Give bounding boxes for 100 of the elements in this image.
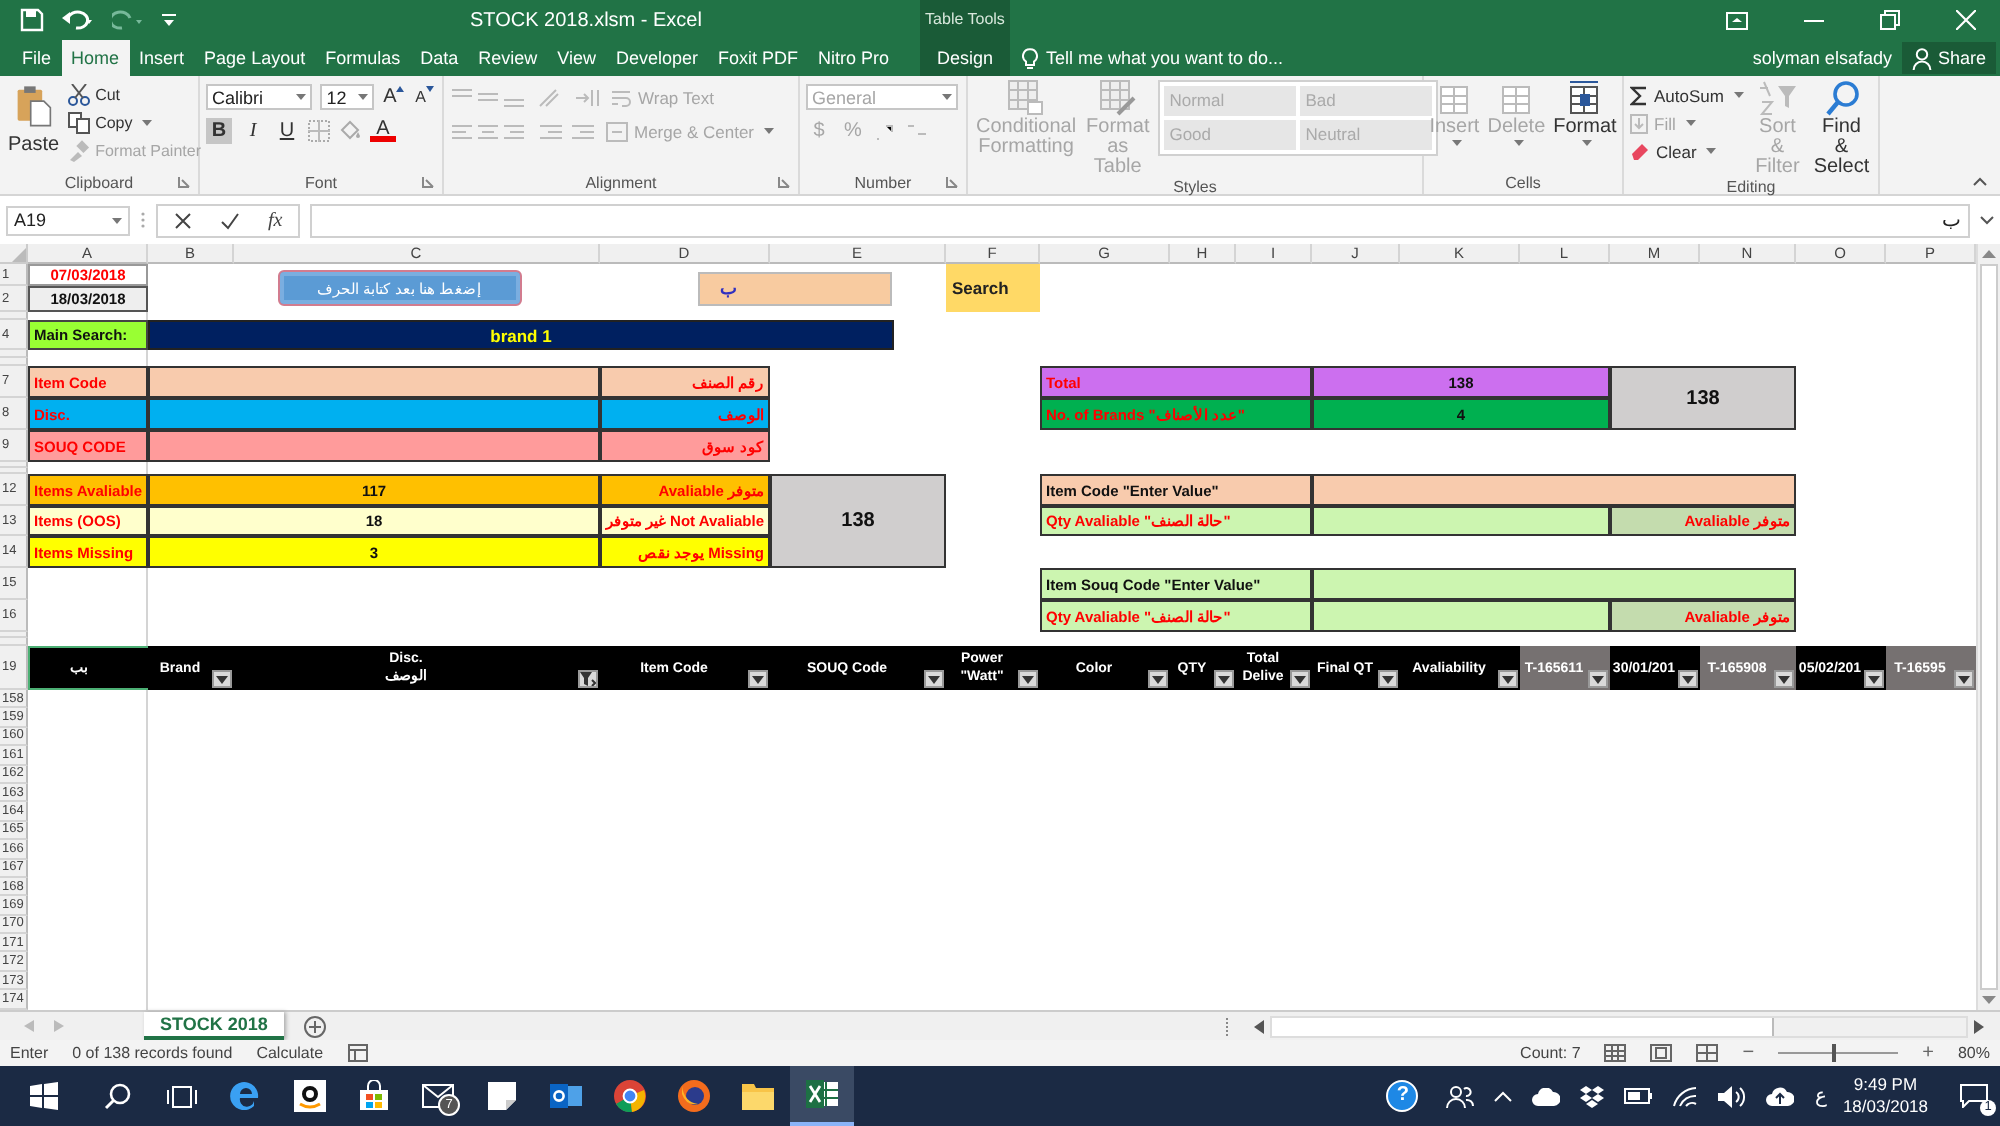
- underline-button[interactable]: U: [274, 118, 300, 144]
- bold-button[interactable]: B: [206, 118, 232, 144]
- restore-icon[interactable]: [1880, 10, 1900, 30]
- dialog-launcher-icon[interactable]: [946, 176, 958, 188]
- ribbon-tab[interactable]: Formulas: [315, 40, 411, 76]
- zoom-out-button[interactable]: −: [1742, 1042, 1755, 1064]
- filter-button[interactable]: [748, 670, 768, 688]
- copy-button[interactable]: Copy: [67, 110, 201, 136]
- field-value-cell[interactable]: [148, 398, 600, 430]
- filter-button[interactable]: [1148, 670, 1168, 688]
- vertical-scrollbar[interactable]: [1976, 244, 2000, 1010]
- input-language[interactable]: ع: [1814, 1084, 1827, 1108]
- ribbon-tab[interactable]: Design: [926, 40, 1003, 76]
- grow-font-button[interactable]: A: [382, 84, 406, 110]
- help-button[interactable]: ?: [1386, 1080, 1419, 1112]
- zoom-in-button[interactable]: +: [1922, 1042, 1934, 1064]
- zoom-level[interactable]: 80%: [1957, 1044, 1990, 1062]
- tell-me-field[interactable]: Tell me what you want to do...: [1022, 47, 1284, 69]
- redo-icon[interactable]: [112, 8, 144, 32]
- close-icon[interactable]: [1956, 10, 1976, 30]
- enter-icon[interactable]: [220, 211, 240, 229]
- ribbon-tab[interactable]: View: [547, 40, 606, 76]
- ribbon-tab[interactable]: File: [12, 40, 62, 76]
- wifi-icon[interactable]: [1672, 1085, 1699, 1107]
- ribbon-tab[interactable]: Foxit PDF: [708, 40, 809, 76]
- cut-button[interactable]: Cut: [67, 82, 201, 108]
- filter-button[interactable]: [1498, 670, 1518, 688]
- dialog-launcher-icon[interactable]: [422, 176, 434, 188]
- windows-start-icon[interactable]: [30, 1082, 58, 1110]
- font-name-field[interactable]: Calibri: [206, 84, 313, 110]
- dialog-launcher-icon[interactable]: [178, 176, 190, 188]
- people-icon[interactable]: [1446, 1083, 1475, 1109]
- macro-record-icon[interactable]: [347, 1044, 368, 1062]
- filter-button[interactable]: [1378, 670, 1398, 688]
- insert-function-button[interactable]: fx: [268, 209, 283, 231]
- page-layout-icon[interactable]: [1650, 1044, 1673, 1062]
- add-sheet-icon[interactable]: [303, 1015, 326, 1037]
- field-value-cell[interactable]: [148, 366, 600, 398]
- filter-button[interactable]: [1954, 670, 1974, 688]
- user-name[interactable]: solyman elsafady: [1752, 48, 1892, 68]
- name-box[interactable]: A19: [6, 205, 130, 235]
- expand-icon[interactable]: [1980, 215, 1994, 225]
- scroll-left-icon[interactable]: [1253, 1019, 1264, 1033]
- clear-button[interactable]: Clear: [1630, 138, 1744, 164]
- filter-button[interactable]: [1864, 670, 1884, 688]
- tray-caret-icon[interactable]: [1494, 1090, 1513, 1102]
- cancel-icon[interactable]: [174, 211, 192, 229]
- dropbox-icon[interactable]: [1580, 1085, 1605, 1107]
- paste-button[interactable]: Paste: [6, 80, 62, 170]
- collapse-ribbon-icon[interactable]: [1972, 176, 1988, 186]
- shrink-font-button[interactable]: A: [413, 84, 436, 110]
- filter-button[interactable]: [1214, 670, 1234, 688]
- scroll-up-icon[interactable]: [1982, 248, 1996, 258]
- autosum-button[interactable]: AutoSum: [1630, 82, 1744, 108]
- ribbon-tab[interactable]: Page Layout: [194, 40, 316, 76]
- filter-button[interactable]: [1290, 670, 1310, 688]
- ribbon-tab[interactable]: Review: [468, 40, 548, 76]
- ribbon-tab[interactable]: Insert: [129, 40, 195, 76]
- search-button[interactable]: Search: [946, 264, 1040, 312]
- font-color-button[interactable]: A: [370, 120, 396, 142]
- sheet-tab[interactable]: STOCK 2018: [144, 1012, 284, 1040]
- filter-button[interactable]: [1678, 670, 1698, 688]
- lookup-field[interactable]: [1312, 474, 1796, 506]
- clock[interactable]: 9:49 PM 18/03/2018: [1842, 1074, 1928, 1118]
- fill-color-icon[interactable]: [338, 120, 362, 142]
- search-field[interactable]: ب: [698, 271, 892, 305]
- battery-icon[interactable]: [1624, 1088, 1653, 1104]
- field-value-cell[interactable]: [148, 430, 600, 462]
- lookup-field[interactable]: [1312, 568, 1796, 600]
- caret-icon: [1682, 675, 1694, 683]
- ribbon-tab[interactable]: Nitro Pro: [808, 40, 900, 76]
- cloud-upload-icon[interactable]: [1766, 1085, 1795, 1107]
- formula-field[interactable]: ب: [310, 203, 1970, 237]
- filter-button[interactable]: [1588, 670, 1608, 688]
- filter-button[interactable]: [1018, 670, 1038, 688]
- scroll-right-icon[interactable]: [1974, 1019, 1984, 1033]
- find-select-button[interactable]: Find & Select: [1810, 80, 1872, 178]
- scroll-down-icon[interactable]: [1982, 996, 1996, 1006]
- font-size-field[interactable]: 12: [320, 84, 375, 110]
- filter-button[interactable]: [924, 670, 944, 688]
- cloud-icon[interactable]: [1532, 1087, 1561, 1105]
- page-break-icon[interactable]: [1696, 1044, 1719, 1062]
- italic-button[interactable]: I: [240, 118, 266, 144]
- ribbon-tab[interactable]: Developer: [606, 40, 709, 76]
- dialog-launcher-icon[interactable]: [778, 176, 790, 188]
- normal-view-icon[interactable]: [1604, 1044, 1627, 1062]
- filter-button[interactable]: [1774, 670, 1794, 688]
- cells-button[interactable]: Format: [1551, 80, 1619, 170]
- customize-icon[interactable]: [162, 12, 176, 28]
- excel-taskbar-button[interactable]: [790, 1066, 854, 1126]
- save-icon[interactable]: [20, 8, 44, 32]
- main-search-field[interactable]: brand 1: [148, 320, 894, 350]
- filter-button[interactable]: [212, 670, 232, 688]
- ribbon-display-icon[interactable]: [1726, 11, 1748, 29]
- share-button[interactable]: Share: [1901, 42, 1996, 74]
- undo-icon[interactable]: [62, 8, 94, 32]
- ribbon-tab[interactable]: Data: [410, 40, 469, 76]
- volume-icon[interactable]: [1718, 1085, 1747, 1107]
- filter-button[interactable]: [578, 670, 598, 688]
- ribbon-tab[interactable]: Home: [61, 40, 130, 76]
